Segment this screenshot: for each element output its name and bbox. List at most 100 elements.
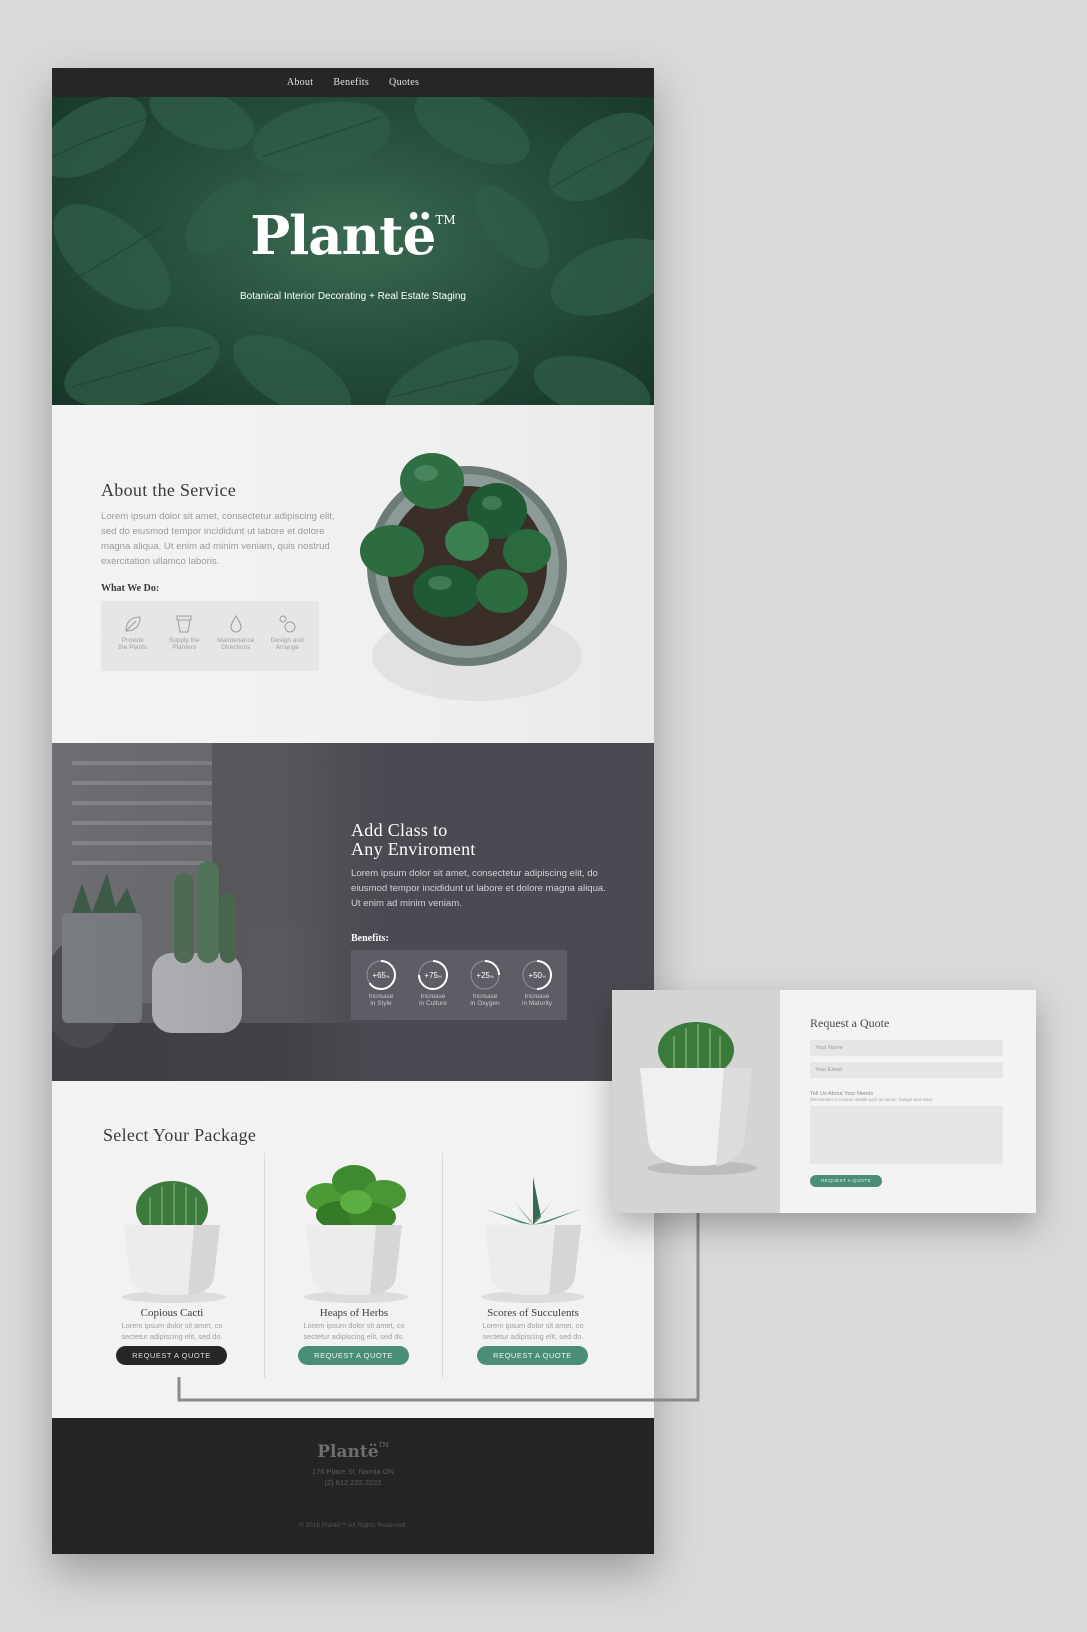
hero-logo-trademark: TM — [435, 213, 456, 227]
progress-ring: +75% — [418, 960, 448, 990]
service-label: the Plants — [118, 644, 148, 651]
package-title: Scores of Succulents — [487, 1307, 579, 1319]
herb-pot-image — [304, 1165, 408, 1303]
service-label: Provide — [121, 637, 144, 644]
benefits-title: Add Class to Any Enviroment — [351, 821, 591, 859]
footer-copyright: © 2016 Plantë™ All Rights Reserved. — [298, 1522, 408, 1529]
service-label: Maintenance — [217, 637, 255, 644]
benefits-title-line: Any Enviroment — [351, 839, 476, 859]
progress-ring: +65% — [366, 960, 396, 990]
needs-hint: (Remember to include details such as ven… — [810, 1097, 933, 1102]
svg-text:+25%: +25% — [476, 971, 494, 980]
benefits-body: Lorem ipsum dolor sit amet, consectetur … — [351, 868, 606, 909]
package-divider — [264, 1153, 265, 1378]
email-field[interactable]: Your Email — [810, 1062, 1003, 1078]
service-item: Design and Arrange — [264, 613, 310, 671]
svg-text:+65%: +65% — [372, 971, 390, 980]
landing-page: About Benefits Quotes PlantëTM Botanical… — [52, 68, 654, 1554]
svg-text:+75%: +75% — [424, 971, 442, 980]
package-description-line: sectetur adipiscing elit, sed do. — [121, 1332, 223, 1341]
packages-title: Select Your Package — [103, 1125, 257, 1145]
footer: PlantëTM 176 Place St, Narnia ON (2) 612… — [52, 1418, 654, 1554]
hero-banner: PlantëTM Botanical Interior Decorating +… — [52, 97, 654, 405]
about-title: About the Service — [101, 480, 237, 500]
request-quote-button-herbs[interactable]: REQUEST A QUOTE — [298, 1346, 409, 1365]
service-item: Maintenance Directions — [213, 613, 259, 671]
benefit-label: in Style — [370, 1000, 392, 1007]
benefit-label: Increase — [472, 993, 498, 1000]
name-field[interactable]: Your Name — [810, 1040, 1003, 1056]
about-section: About the Service Lorem ipsum dolor sit … — [52, 405, 654, 743]
footer-logo-trademark: TM — [378, 1442, 389, 1449]
package-card-succulents: Scores of Succulents Lorem ipsum dolor s… — [445, 1147, 621, 1371]
quote-image-panel — [612, 990, 780, 1213]
top-nav: About Benefits Quotes — [52, 68, 654, 97]
potted-plant-image — [360, 453, 582, 701]
window-cactus-image — [52, 743, 382, 1081]
packages-section: Select Your Package Copious Cacti Lorem … — [52, 1081, 654, 1418]
benefit-label: Increase — [368, 993, 394, 1000]
benefit-stats-box: +65% Increase in Style +75% Increase in … — [351, 950, 567, 1020]
succulent-pot-image — [481, 1177, 585, 1303]
benefit-stat: +50% Increase in Maturity — [512, 959, 562, 1020]
about-body: Lorem ipsum dolor sit amet, consectetur … — [101, 511, 335, 567]
submit-quote-button[interactable]: REQUEST A QUOTE — [810, 1175, 882, 1187]
package-description-line: sectetur adipiscing elit, sed do. — [303, 1332, 405, 1341]
package-description: Lorem ipsum dolor sit amet, co sectetur … — [102, 1320, 242, 1342]
benefit-label: Increase — [524, 993, 550, 1000]
planter-icon — [176, 615, 192, 633]
cactus-pot-image — [640, 1022, 757, 1175]
benefit-stat: +65% Increase in Style — [356, 959, 406, 1020]
arrange-icon — [279, 615, 296, 633]
package-title: Heaps of Herbs — [319, 1307, 389, 1319]
footer-contact: 176 Place St, Narnia ON (2) 612.222.2222 — [52, 1466, 654, 1488]
package-description-line: sectetur adipiscing elit, sed do. — [482, 1332, 584, 1341]
package-description-line: Lorem ipsum dolor sit amet, co — [121, 1321, 223, 1330]
service-label: Supply the — [168, 637, 200, 644]
nav-about[interactable]: About — [287, 77, 314, 88]
footer-logo: PlantëTM — [52, 1418, 654, 1462]
benefit-label: in Maturity — [522, 1000, 552, 1007]
package-divider — [442, 1153, 443, 1378]
service-label: Design and — [270, 637, 304, 644]
quote-modal: Request a Quote Your Name Your Email Tel… — [612, 990, 1036, 1213]
progress-ring: +25% — [470, 960, 500, 990]
benefits-label: Benefits: — [351, 933, 389, 944]
package-description: Lorem ipsum dolor sit amet, co sectetur … — [284, 1320, 424, 1342]
package-title: Copious Cacti — [140, 1307, 204, 1319]
nav-quotes[interactable]: Quotes — [389, 77, 419, 88]
request-quote-button-cacti[interactable]: REQUEST A QUOTE — [116, 1346, 227, 1365]
package-description-line: Lorem ipsum dolor sit amet, co — [482, 1321, 584, 1330]
hero-tagline: Botanical Interior Decorating + Real Est… — [240, 291, 466, 302]
hero-logo-text: Plantë — [250, 205, 436, 267]
service-item: Supply the Planters — [161, 613, 207, 671]
benefit-label: in Culture — [419, 1000, 447, 1007]
quote-form: Request a Quote Your Name Your Email Tel… — [780, 990, 1036, 1213]
package-description-line: Lorem ipsum dolor sit amet, co — [303, 1321, 405, 1330]
service-label: Planters — [172, 644, 197, 651]
needs-textarea[interactable] — [810, 1106, 1003, 1164]
svg-text:+50%: +50% — [528, 971, 546, 980]
services-box: Provide the Plants Supply the Planters M… — [101, 601, 319, 671]
service-item: Provide the Plants — [110, 613, 156, 671]
benefits-section: Add Class to Any Enviroment Lorem ipsum … — [52, 743, 654, 1081]
footer-phone: (2) 612.222.2222 — [324, 1478, 382, 1487]
request-quote-button-succulents[interactable]: REQUEST A QUOTE — [477, 1346, 588, 1365]
benefit-stat: +75% Increase in Culture — [408, 959, 458, 1020]
service-label: Directions — [221, 644, 251, 651]
nav-benefits[interactable]: Benefits — [333, 77, 369, 88]
package-description: Lorem ipsum dolor sit amet, co sectetur … — [463, 1320, 603, 1342]
leaf-icon — [125, 616, 141, 632]
water-drop-icon — [230, 615, 242, 633]
hero-logo: PlantëTM — [52, 205, 654, 267]
benefits-title-line: Add Class to — [351, 820, 448, 840]
package-card-herbs: Heaps of Herbs Lorem ipsum dolor sit ame… — [266, 1147, 442, 1371]
cactus-pot-image — [122, 1181, 226, 1303]
benefit-label: Increase — [420, 993, 446, 1000]
footer-address: 176 Place St, Narnia ON — [311, 1467, 395, 1476]
benefit-stat: +25% Increase in Oxygen — [460, 959, 510, 1020]
benefit-label: in Oxygen — [470, 1000, 500, 1007]
progress-ring: +50% — [522, 960, 552, 990]
footer-logo-text: Plantë — [317, 1442, 379, 1462]
quote-title: Request a Quote — [810, 1016, 890, 1030]
